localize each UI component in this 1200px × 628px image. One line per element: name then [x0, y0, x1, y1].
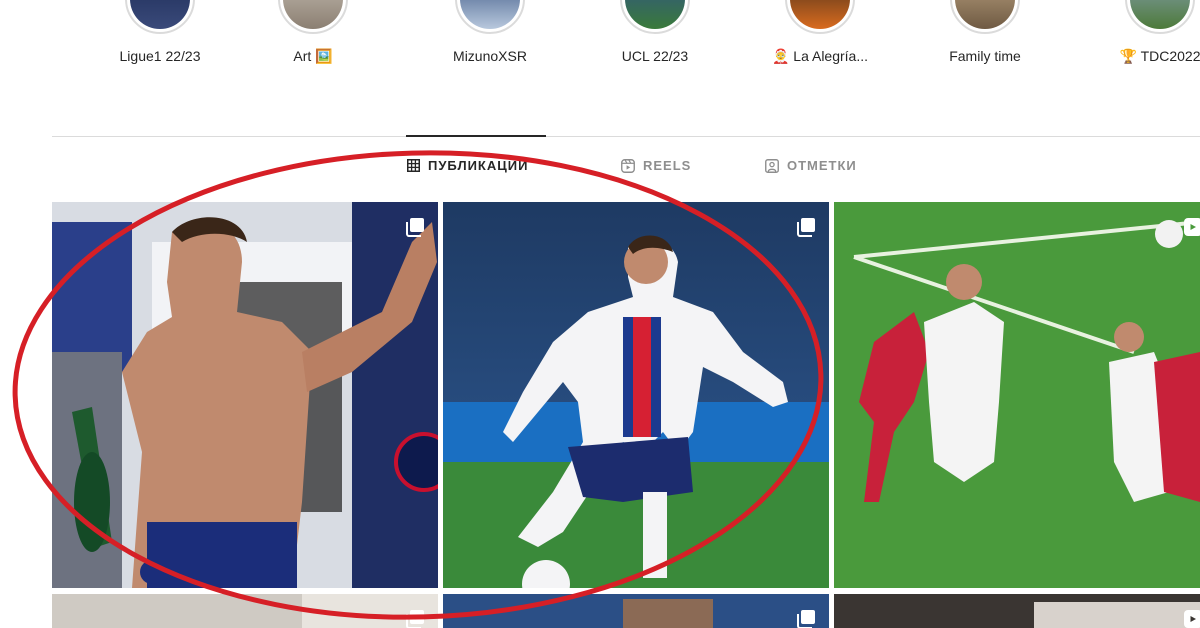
- highlight-cover: [785, 0, 855, 34]
- post-photo: [834, 594, 1200, 628]
- tab-label: ПУБЛИКАЦИИ: [428, 158, 529, 173]
- carousel-icon: [404, 608, 426, 628]
- highlight-label: UCL 22/23: [621, 48, 689, 64]
- post-tile[interactable]: [443, 594, 829, 628]
- highlight-label: 🏆 TDC2022: [1119, 48, 1200, 64]
- post-tile[interactable]: [52, 202, 438, 588]
- story-highlights: Ligue1 22/23 Art 🖼️ MizunoXSR UCL 22/23 …: [0, 0, 1200, 80]
- tab-tagged[interactable]: ОТМЕТКИ: [765, 158, 857, 173]
- tab-reels[interactable]: REELS: [621, 158, 691, 173]
- active-tab-indicator: [406, 135, 546, 137]
- highlight-cover: [620, 0, 690, 34]
- carousel-icon: [404, 216, 426, 238]
- post-photo: [834, 202, 1200, 588]
- highlight-cover: [950, 0, 1020, 34]
- highlight-cover: [1125, 0, 1195, 34]
- post-photo: [52, 202, 438, 588]
- tagged-icon: [765, 158, 779, 173]
- highlight-label: MizunoXSR: [453, 48, 527, 64]
- grid-icon: [407, 159, 420, 172]
- highlight-cover: [278, 0, 348, 34]
- post-photo: [52, 594, 438, 628]
- tab-posts[interactable]: ПУБЛИКАЦИИ: [407, 158, 528, 173]
- highlight-label: Art 🖼️: [293, 48, 333, 64]
- carousel-icon: [795, 608, 817, 628]
- post-photo: [443, 202, 829, 588]
- highlight-label: Family time: [949, 48, 1021, 64]
- profile-tabs: ПУБЛИКАЦИИ REELS ОТМЕТКИ: [0, 158, 1200, 182]
- post-tile[interactable]: [834, 594, 1200, 628]
- carousel-icon: [795, 216, 817, 238]
- reels-icon: [621, 158, 635, 173]
- post-tile[interactable]: [443, 202, 829, 588]
- profile-divider: [52, 136, 1200, 137]
- highlight-cover: [455, 0, 525, 34]
- reel-icon: [1182, 216, 1200, 238]
- tab-label: REELS: [643, 158, 692, 173]
- highlight-cover: [125, 0, 195, 34]
- tab-label: ОТМЕТКИ: [787, 158, 857, 173]
- highlight-label: Ligue1 22/23: [119, 48, 201, 64]
- post-tile[interactable]: [834, 202, 1200, 588]
- highlight-label: 🤶 La Alegría...: [771, 48, 869, 64]
- reel-icon: [1182, 608, 1200, 628]
- post-photo: [443, 594, 829, 628]
- post-tile[interactable]: [52, 594, 438, 628]
